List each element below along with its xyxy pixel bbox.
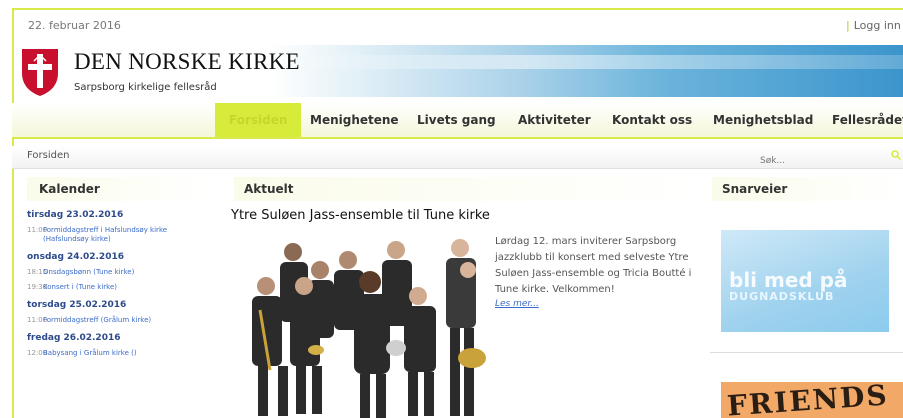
org-name[interactable]: DEN NORSKE KIRKE	[74, 49, 300, 75]
nav-fellesradet[interactable]: Fellesrådet	[832, 103, 903, 137]
calendar-event[interactable]: 12:00 Babysang i Grålum kirke ()	[27, 349, 207, 358]
header-banner	[270, 45, 903, 97]
login-link[interactable]: | Logg inn	[846, 19, 901, 32]
separator: |	[846, 19, 850, 32]
nav-menighetene[interactable]: Menighetene	[310, 103, 399, 137]
main-nav: Forsiden Menighetene Livets gang Aktivit…	[12, 103, 903, 139]
article-body: Lørdag 12. mars inviterer Sarpsborg jazz…	[495, 236, 692, 295]
church-logo-icon[interactable]	[20, 47, 60, 97]
event-link[interactable]: Onsdagsbønn (Tune kirke)	[43, 268, 134, 277]
event-link[interactable]: Konsert i (Tune kirke)	[43, 283, 117, 292]
shortcuts-heading: Snarveier	[712, 177, 903, 201]
calendar-event[interactable]: 19:30 Konsert i (Tune kirke)	[27, 283, 207, 292]
news-heading: Aktuelt	[234, 177, 704, 201]
search-icon[interactable]	[891, 150, 901, 160]
event-link[interactable]: Formiddagstreff (Grålum kirke)	[43, 316, 151, 325]
divider	[710, 352, 903, 353]
event-time: 11:00	[27, 226, 48, 234]
nav-livets-gang[interactable]: Livets gang	[417, 103, 496, 137]
volunteer-banner[interactable]: bli med på DUGNADSKLUB	[721, 230, 889, 332]
org-subtitle: Sarpsborg kirkelige fellesråd	[74, 82, 217, 93]
nav-kontakt-oss[interactable]: Kontakt oss	[612, 103, 692, 137]
friends-banner-text: FRIENDS	[726, 382, 890, 418]
calendar-event[interactable]: 11:00 Formiddagstreff i Hafslundsøy kirk…	[27, 226, 207, 244]
volunteer-banner-text: bli med på	[729, 268, 848, 292]
event-time: 12:00	[27, 349, 48, 357]
calendar-event[interactable]: 11:00 Formiddagstreff (Grålum kirke)	[27, 316, 207, 325]
event-time: 11:00	[27, 316, 48, 324]
nav-menighetsblad[interactable]: Menighetsblad	[713, 103, 813, 137]
ensemble-photo[interactable]	[238, 230, 492, 418]
search-input[interactable]	[760, 153, 870, 169]
friends-banner[interactable]: FRIENDS	[721, 382, 903, 418]
event-link[interactable]: Formiddagstreff i Hafslundsøy kirke (Haf…	[43, 226, 207, 244]
calendar-list: tirsdag 23.02.2016 11:00 Formiddagstreff…	[27, 210, 207, 358]
breadcrumb[interactable]: Forsiden	[27, 150, 69, 161]
calendar-heading: Kalender	[27, 177, 207, 201]
nav-forsiden[interactable]: Forsiden	[215, 103, 302, 137]
search-box[interactable]	[760, 148, 903, 169]
calendar-day: onsdag 24.02.2016	[27, 252, 124, 262]
login-label[interactable]: Logg inn	[854, 19, 901, 32]
event-time: 18:15	[27, 268, 48, 276]
current-date: 22. februar 2016	[28, 19, 121, 32]
calendar-day: torsdag 25.02.2016	[27, 300, 127, 310]
calendar-day: tirsdag 23.02.2016	[27, 210, 124, 220]
event-time: 19:30	[27, 283, 48, 291]
calendar-day: fredag 26.02.2016	[27, 333, 121, 343]
calendar-event[interactable]: 18:15 Onsdagsbønn (Tune kirke)	[27, 268, 207, 277]
read-more-link[interactable]: Les mer...	[495, 299, 539, 309]
volunteer-banner-subtext: DUGNADSKLUB	[729, 290, 835, 303]
nav-aktiviteter[interactable]: Aktiviteter	[518, 103, 591, 137]
event-link[interactable]: Babysang i Grålum kirke ()	[43, 349, 137, 358]
article-title[interactable]: Ytre Suløen Jass-ensemble til Tune kirke	[231, 208, 490, 223]
